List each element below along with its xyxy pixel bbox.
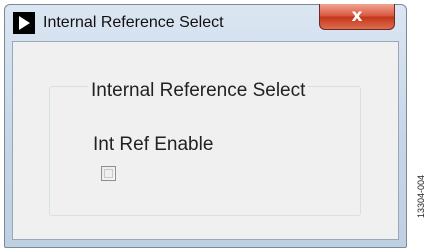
int-ref-enable-checkbox[interactable] — [101, 166, 116, 181]
window-title: Internal Reference Select — [43, 14, 224, 31]
dialog-window: Internal Reference Select x Internal Ref… — [4, 4, 407, 248]
close-button[interactable]: x — [319, 4, 395, 30]
close-icon: x — [351, 6, 363, 26]
dialog-content: Internal Reference Select Int Ref Enable — [12, 41, 399, 240]
group-box-title: Internal Reference Select — [88, 80, 309, 102]
int-ref-enable-label: Int Ref Enable — [93, 134, 214, 155]
figure-code: 13304-004 — [416, 174, 425, 218]
play-arrow-icon — [13, 12, 35, 34]
title-bar[interactable]: Internal Reference Select x — [5, 4, 406, 39]
